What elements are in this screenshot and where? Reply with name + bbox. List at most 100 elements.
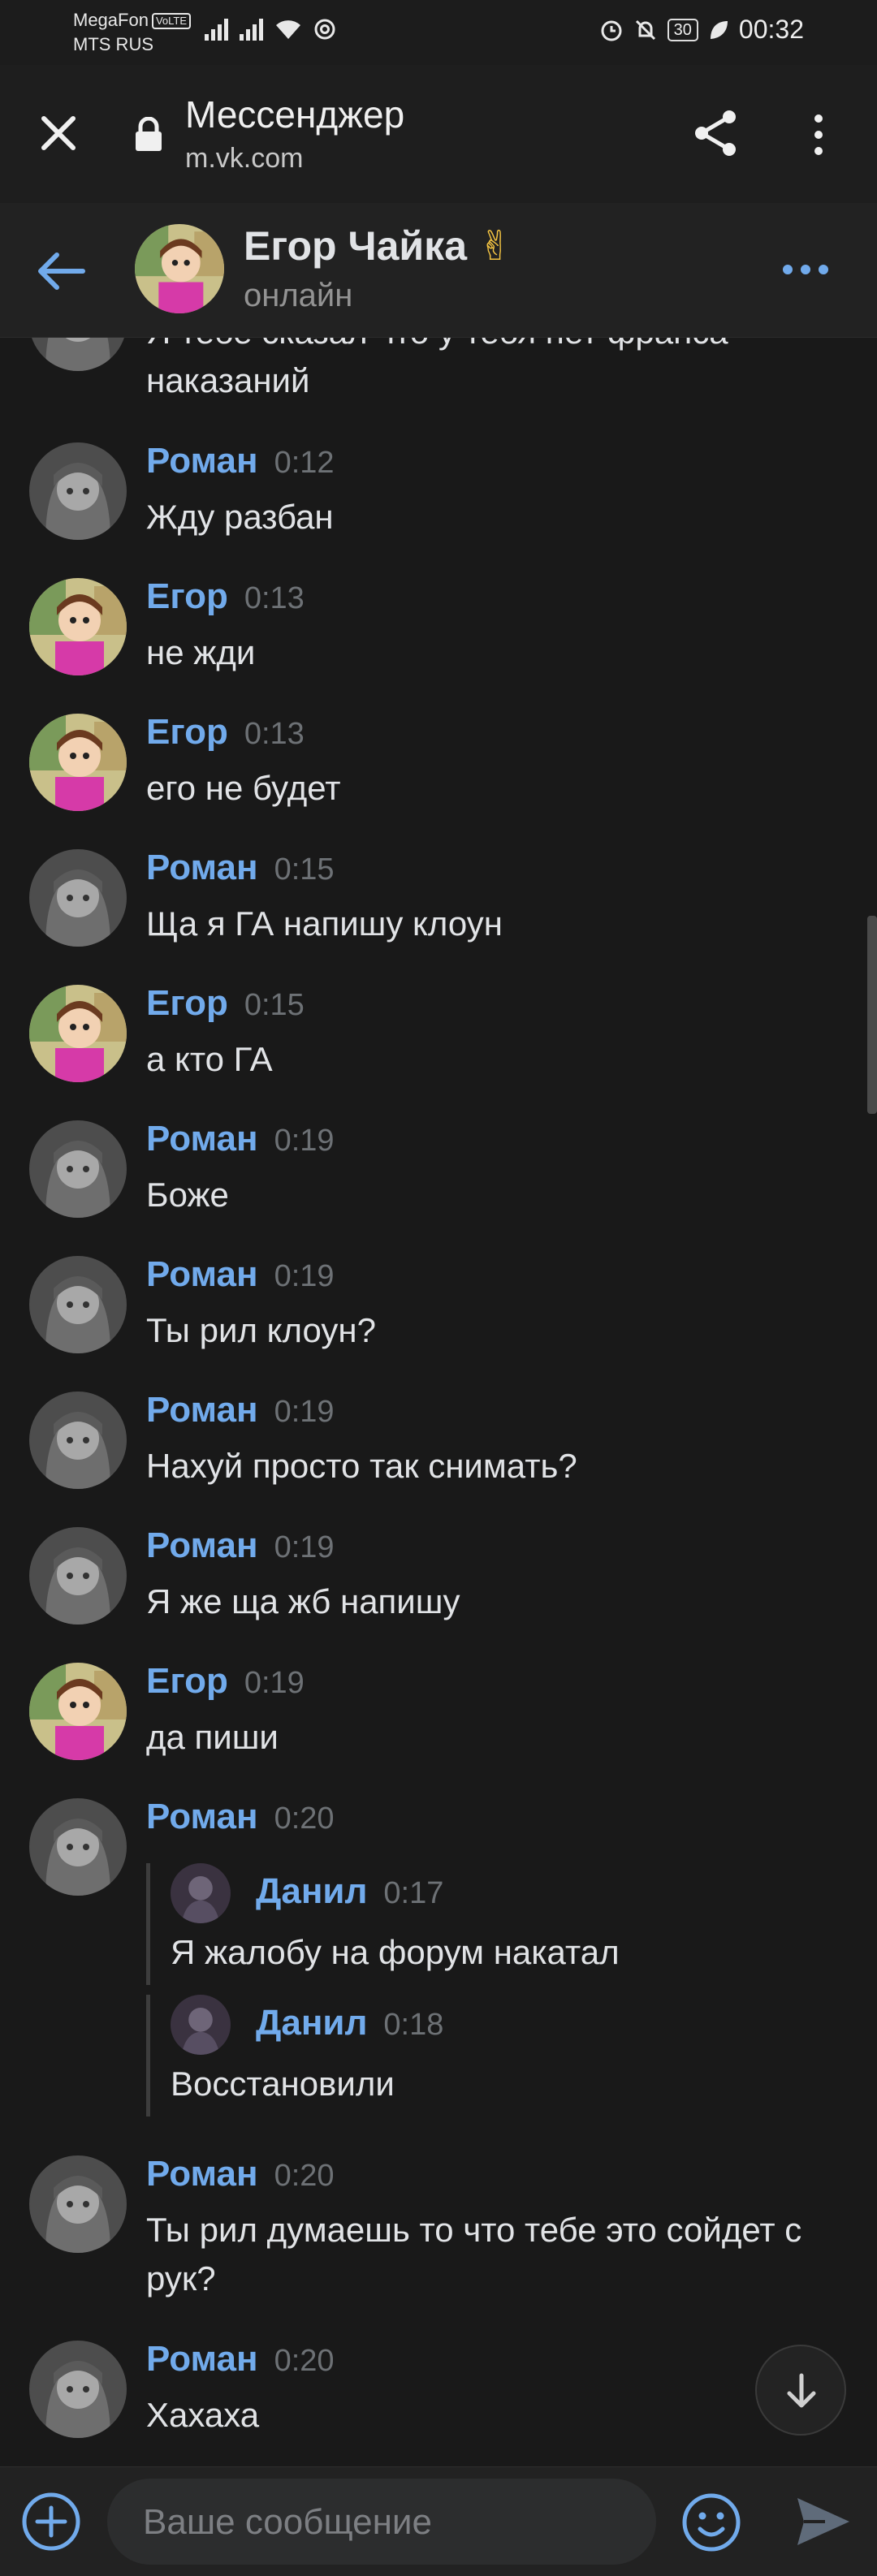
message-time: 0:20 [274,2344,335,2378]
message-author[interactable]: Егор 0:15 [146,983,305,1024]
carrier-name: MegaFon [73,10,149,30]
message-author[interactable]: Роман 0:19 [146,1390,335,1430]
author-name: Роман [146,2339,258,2379]
author-name: Роман [146,2154,258,2194]
author-name: Егор [146,1661,228,1701]
signal-icons [205,18,336,41]
message-time: 0:19 [274,1530,335,1564]
author-name: Данил [256,2003,368,2043]
message-time: 0:20 [274,2159,335,2193]
scrollbar-thumb[interactable] [867,916,877,1114]
message-text: Ща я ГА напишу клоун [146,904,503,943]
forwarded-author[interactable]: Данил 0:18 [256,2003,443,2043]
message-composer [0,2466,877,2576]
avatar[interactable] [29,442,127,540]
forwarded-message[interactable]: Данил 0:18 Восстановили [146,1995,849,2116]
message-time: 0:13 [244,581,305,615]
author-name: Роман [146,1525,258,1565]
message-time: 0:15 [274,852,335,887]
message-text: Нахуй просто так снимать? [146,1447,577,1485]
plus-circle-icon[interactable] [21,2492,81,2552]
scroll-down-button[interactable] [755,2345,846,2436]
battery-icon: 30 [667,18,698,41]
send-icon[interactable] [793,2492,853,2552]
avatar[interactable] [29,714,127,811]
message-time: 0:19 [274,1395,335,1429]
avatar[interactable] [29,1120,127,1218]
back-arrow-icon[interactable] [34,248,88,294]
message-input-wrapper [107,2479,656,2566]
message-time: 0:20 [274,1801,335,1836]
message-text: Я тебе сказал что у тебя нет франса нака… [146,337,845,405]
chat-name[interactable]: Егор Чайка ✌ [244,222,512,270]
alarm-icon [601,20,622,41]
message-author[interactable]: Роман 0:19 [146,1525,335,1566]
message-author[interactable]: Роман 0:15 [146,848,335,888]
browser-toolbar: Мессенджер m.vk.com [0,65,877,203]
browser-page-title: Мессенджер [185,93,405,136]
message-author[interactable]: Егор 0:13 [146,712,305,753]
message-text: не жди [146,633,256,671]
message-author[interactable]: Роман 0:20 [146,2339,335,2380]
signal-icon [205,18,228,41]
mute-bell-icon [635,19,655,40]
avatar[interactable] [29,1256,127,1353]
avatar[interactable] [29,1663,127,1760]
clock: 00:32 [738,15,804,44]
chat-header: Егор Чайка ✌ онлайн [0,203,877,338]
message-text: да пиши [146,1718,279,1756]
message-text: Боже [146,1176,229,1214]
message-author[interactable]: Роман 0:19 [146,1119,335,1159]
avatar[interactable] [171,1995,231,2055]
message-author[interactable]: Роман 0:19 [146,1254,335,1295]
forwarded-message[interactable]: Данил 0:17 Я жалобу на форум накатал [146,1863,849,1985]
forwarded-text: Восстановили [171,2065,395,2103]
carrier-info: MegaFon VoLTE MTS RUS [73,8,192,57]
arrow-down-icon [787,2373,816,2408]
browser-url[interactable]: m.vk.com [185,143,303,175]
status-bar: MegaFon VoLTE MTS RUS 30 00:32 [0,0,877,65]
message-author[interactable]: Егор 0:19 [146,1661,305,1702]
message-line: Я тебе сказал что у тебя нет франса [146,337,845,356]
author-name: Роман [146,1119,258,1159]
message-text: его не будет [146,769,341,807]
message-author[interactable]: Роман 0:20 [146,2154,335,2194]
message-author[interactable]: Егор 0:13 [146,576,305,617]
avatar[interactable] [29,1798,127,1896]
message-author[interactable]: Роман 0:12 [146,441,335,481]
avatar[interactable] [29,337,127,371]
forwarded-author[interactable]: Данил 0:17 [256,1871,443,1912]
avatar[interactable] [29,849,127,947]
more-vertical-icon[interactable] [802,112,835,157]
at-icon [314,19,335,40]
lock-icon [136,117,162,151]
message-time: 0:15 [244,988,305,1022]
message-time: 0:12 [274,446,335,480]
close-icon[interactable] [36,110,81,156]
message-text: Ты рил думаешь то что тебе это сойдет с … [146,2206,853,2303]
message-text: Я же ща жб напишу [146,1582,460,1620]
smile-icon[interactable] [680,2492,742,2553]
message-line: Ты рил думаешь то что тебе это сойдет с [146,2211,802,2249]
message-list[interactable]: Я тебе сказал что у тебя нет франса нака… [0,337,877,2466]
message-input[interactable] [141,2479,632,2566]
victory-emoji: ✌ [477,223,512,269]
author-name: Роман [146,848,258,887]
share-icon[interactable] [690,107,742,159]
message-time: 0:13 [244,717,305,751]
message-author[interactable]: Роман 0:20 [146,1797,335,1837]
avatar[interactable] [29,578,127,675]
avatar[interactable] [29,1392,127,1489]
author-name: Данил [256,1871,368,1911]
avatar[interactable] [171,1863,231,1923]
message-line: рук? [146,2259,216,2298]
more-horizontal-icon[interactable] [780,260,832,279]
author-name: Роман [146,1390,258,1430]
message-time: 0:19 [274,1259,335,1293]
chat-avatar[interactable] [135,224,224,313]
avatar[interactable] [29,985,127,1082]
avatar[interactable] [29,2341,127,2438]
avatar[interactable] [29,2155,127,2253]
chat-online-status: онлайн [244,278,353,313]
avatar[interactable] [29,1527,127,1625]
